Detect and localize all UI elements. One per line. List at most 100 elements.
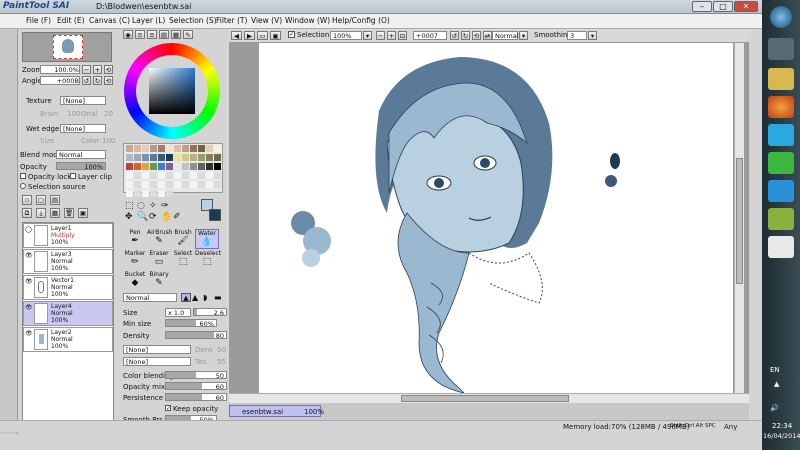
tool-brush[interactable]: Brush 🖌 [171, 229, 195, 249]
new-folder-icon[interactable]: ▤ [50, 195, 60, 205]
layer-clip-checkbox[interactable] [70, 173, 76, 179]
color-swatch[interactable] [213, 145, 221, 152]
color-swatch[interactable] [205, 172, 213, 179]
color-swatch[interactable] [197, 163, 205, 170]
color-wheel-tab-icon[interactable]: ◉ [123, 30, 133, 39]
color-swatch[interactable] [141, 181, 149, 188]
tool-airbrush[interactable]: AirBrush ✎ [147, 229, 173, 249]
clear-layer-icon[interactable]: ▦ [50, 208, 60, 218]
selection-source-radio[interactable] [20, 183, 26, 189]
color-swatch[interactable] [173, 145, 181, 152]
navigator-preview[interactable] [22, 32, 112, 62]
visibility-icon[interactable]: ◯ [25, 226, 33, 234]
zoom-out-icon[interactable]: − [376, 31, 385, 40]
language-indicator[interactable]: EN [770, 366, 780, 374]
color-swatch[interactable] [141, 154, 149, 161]
color-swatch[interactable] [149, 190, 157, 197]
angle-field[interactable]: +000B [40, 76, 80, 85]
zoom-field[interactable]: 100.0% [40, 65, 80, 74]
stabilizer-mode-select[interactable]: Normal [492, 31, 519, 40]
color-swatch[interactable] [189, 154, 197, 161]
color-swatch[interactable] [133, 145, 141, 152]
menu-help[interactable]: Help/Config (O) [332, 16, 390, 25]
tool-water[interactable]: Water 💧 [195, 229, 219, 249]
color-blending-slider[interactable]: 50 [165, 371, 227, 380]
volume-icon[interactable]: 🔊 [770, 404, 779, 412]
layer-item-layer2[interactable]: 👁 Layer2 Normal 100% [23, 327, 113, 352]
hand-icon[interactable]: ✋ [161, 212, 172, 222]
toolbar-zoom-dropdown-icon[interactable]: ▾ [363, 31, 372, 40]
layer-item-layer1[interactable]: ◯ Layer1 Multiply 100% [23, 223, 113, 248]
tool-eraser[interactable]: Eraser ▭ [147, 250, 171, 270]
color-swatch[interactable] [141, 190, 149, 197]
color-swatch[interactable] [133, 172, 141, 179]
close-button[interactable]: ✕ [734, 1, 758, 12]
delete-layer-icon[interactable]: 🗑 [64, 208, 74, 218]
color-swatch[interactable] [157, 181, 165, 188]
color-swatch[interactable] [141, 145, 149, 152]
color-swatch[interactable] [125, 190, 133, 197]
zoom-fit-icon[interactable]: ⊡ [398, 31, 407, 40]
tool-deselect[interactable]: Deselect ⬚ [195, 250, 221, 270]
color-swatch[interactable] [165, 145, 173, 152]
color-swatch[interactable] [149, 181, 157, 188]
density-slider[interactable]: 80 [165, 331, 227, 340]
color-swatch[interactable] [133, 163, 141, 170]
tool-select[interactable]: Select ⬚ [171, 250, 195, 270]
minimize-button[interactable]: – [692, 1, 712, 12]
new-layer-icon[interactable]: ▫ [22, 195, 32, 205]
gradient-tab-icon[interactable]: ▤ [159, 30, 169, 39]
zoom-out-button[interactable]: − [82, 65, 91, 74]
tool-bucket[interactable]: Bucket ◆ [123, 271, 147, 291]
skype-icon[interactable] [768, 124, 794, 146]
color-swatch[interactable] [125, 154, 133, 161]
rotate-reset-button[interactable]: ⟲ [104, 76, 113, 85]
size-multiplier-select[interactable]: x 1.0 [165, 308, 191, 317]
opacity-mix-slider[interactable]: 60 [165, 382, 227, 391]
color-swatch[interactable] [125, 172, 133, 179]
color-swatch[interactable] [149, 163, 157, 170]
color-swatch[interactable] [189, 181, 197, 188]
magic-wand-icon[interactable]: ✧ [149, 201, 157, 211]
color-swatch[interactable] [197, 154, 205, 161]
lasso-icon[interactable]: ◌ [137, 201, 145, 211]
texture-select[interactable]: [None] [60, 96, 106, 105]
rotate-right-button[interactable]: ↻ [93, 76, 102, 85]
color-swatch[interactable] [165, 163, 173, 170]
menu-window[interactable]: Window (W) [285, 16, 330, 25]
drawing-canvas[interactable] [259, 43, 733, 394]
clock-date[interactable]: 16/04/2014 [763, 432, 800, 440]
rotate-tool-icon[interactable]: ⟳ [149, 212, 157, 222]
app-j-icon[interactable] [768, 152, 794, 174]
color-swatch[interactable] [173, 172, 181, 179]
tool-marker[interactable]: Marker ✏ [123, 250, 147, 270]
color-swatch[interactable] [213, 154, 221, 161]
redo-icon[interactable]: ▶ [244, 31, 255, 40]
copy-layer-icon[interactable]: ⧉ [22, 208, 32, 218]
marquee-icon[interactable]: ⬚ [125, 201, 134, 211]
color-swatch[interactable] [149, 145, 157, 152]
toolbar-angle-field[interactable]: +0007 [413, 31, 447, 40]
stabilizer-mode-dropdown-icon[interactable]: ▾ [519, 31, 528, 40]
color-swatch[interactable] [205, 181, 213, 188]
color-swatch[interactable] [165, 181, 173, 188]
horizontal-scroll-thumb[interactable] [401, 395, 569, 402]
color-swatch[interactable] [197, 145, 205, 152]
color-swatch[interactable] [189, 172, 197, 179]
smoothing-dropdown-icon[interactable]: ▾ [588, 31, 597, 40]
color-swatch[interactable] [197, 172, 205, 179]
document-tab[interactable]: esenbtw.sai 100% [229, 405, 324, 417]
color-swatch[interactable] [157, 154, 165, 161]
opacity-lock-checkbox[interactable] [20, 173, 26, 179]
zoom-reset-button[interactable]: ⟲ [104, 65, 113, 74]
clock-time[interactable]: 22:34 [772, 422, 792, 430]
toolbar-zoom-field[interactable]: 100% [330, 31, 362, 40]
color-swatch[interactable] [141, 172, 149, 179]
brush-shape-selector[interactable]: ▲ ▲ ◗ ▬ [181, 293, 227, 302]
size-slider[interactable]: 2.6 [193, 308, 227, 317]
painttool-sai-icon[interactable] [768, 236, 794, 258]
invert-selection-icon[interactable]: ▣ [270, 31, 281, 40]
layer-item-vector1[interactable]: 👁 Vector1 Normal 100% [23, 275, 113, 300]
visibility-icon[interactable]: 👁 [25, 330, 33, 338]
new-linework-icon[interactable]: ▢ [36, 195, 46, 205]
